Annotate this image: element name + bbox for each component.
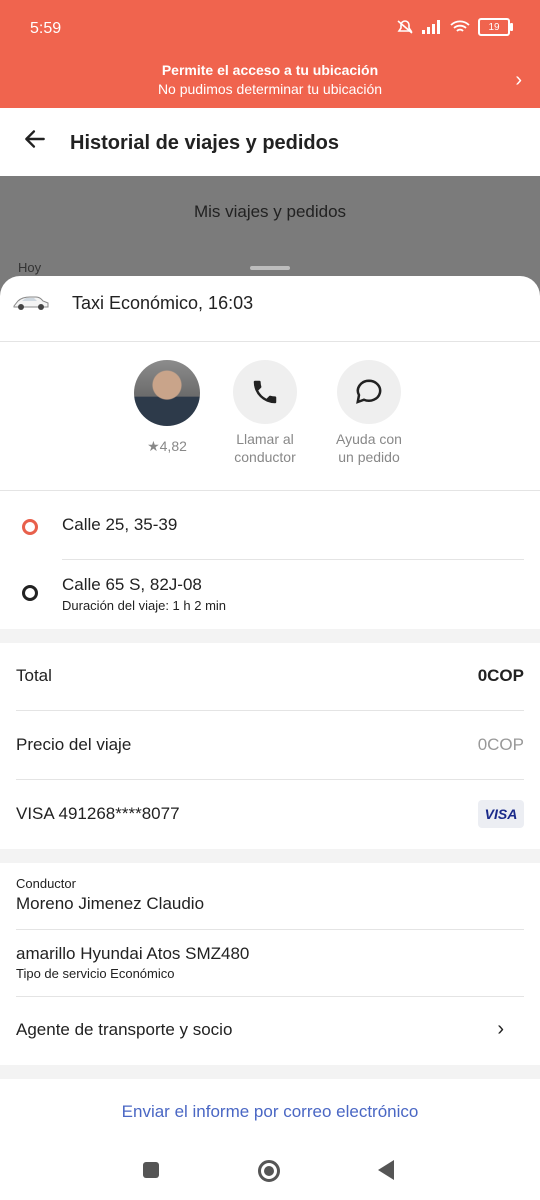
total-row: Total 0COP	[0, 643, 540, 711]
chat-bubble-icon	[356, 379, 382, 404]
call-label-line2: conductor	[234, 449, 296, 465]
back-arrow-icon[interactable]	[22, 126, 48, 152]
mute-icon	[397, 20, 413, 34]
chevron-right-icon: ›	[497, 1018, 504, 1040]
order-help-label: Ayuda con un pedido	[319, 430, 419, 466]
order-help-button[interactable]: Ayuda con un pedido	[319, 360, 419, 466]
driver-action[interactable]: ★4,82	[117, 360, 217, 455]
wifi-icon	[450, 20, 470, 32]
driver-avatar[interactable]	[134, 360, 200, 426]
section-title: Mis viajes y pedidos	[193, 202, 347, 221]
phone-icon	[253, 380, 277, 404]
vehicle-row: amarillo Hyundai Atos SMZ480 Tipo de ser…	[0, 930, 540, 998]
origin-address: Calle 25, 35-39	[62, 515, 178, 534]
price-label: Precio del viaje	[16, 735, 132, 754]
transport-agent-row[interactable]: Agente de transporte y socio ›	[0, 997, 540, 1065]
location-permission-banner[interactable]: Permite el acceso a tu ubicación No pudi…	[0, 56, 540, 108]
app-header: Historial de viajes y pedidos	[0, 108, 540, 176]
trip-route: Calle 25, 35-39 Calle 65 S, 82J-08 Durac…	[0, 491, 540, 629]
destination-address: Calle 65 S, 82J-08	[62, 575, 202, 594]
status-bar: 5:59 19	[0, 0, 540, 56]
total-value: 0COP	[477, 666, 524, 685]
banner-title: Permite el acceso a tu ubicación	[161, 62, 379, 78]
help-label-line1: Ayuda con	[336, 431, 402, 447]
call-driver-label: Llamar al conductor	[215, 430, 315, 466]
vehicle-description: amarillo Hyundai Atos SMZ480	[16, 944, 250, 963]
banner-subtitle: No pudimos determinar tu ubicación	[157, 81, 383, 97]
driver-rating: ★4,82	[147, 438, 187, 454]
sheet-handle[interactable]	[250, 266, 290, 270]
day-label: Hoy	[18, 260, 42, 275]
car-icon	[13, 296, 49, 310]
status-icons: 19	[396, 18, 513, 36]
visa-logo-icon: VISA	[478, 800, 524, 828]
route-divider	[62, 559, 524, 560]
status-time: 5:59	[30, 20, 62, 37]
row-divider	[16, 710, 524, 711]
row-divider	[16, 779, 524, 780]
section-gap	[0, 849, 540, 863]
trip-title: Taxi Económico, 16:03	[72, 293, 254, 313]
driver-row: Conductor Moreno Jimenez Claudio	[0, 863, 540, 931]
section-gap	[0, 629, 540, 643]
driver-label: Conductor	[16, 876, 76, 891]
trip-actions: ★4,82 Llamar al conductor Ayuda con un p…	[0, 342, 540, 491]
page-title: Historial de viajes y pedidos	[70, 132, 339, 154]
driver-name: Moreno Jimenez Claudio	[16, 894, 205, 913]
battery-level: 19	[488, 21, 500, 33]
call-driver-circle[interactable]	[233, 360, 297, 424]
call-driver-button[interactable]: Llamar al conductor	[215, 360, 315, 466]
trip-duration: Duración del viaje: 1 h 2 min	[62, 598, 227, 613]
trip-header: Taxi Económico, 16:03	[0, 276, 540, 342]
transport-agent-label: Agente de transporte y socio	[16, 1020, 233, 1039]
signal-icon	[422, 20, 440, 34]
price-row: Precio del viaje 0COP	[0, 712, 540, 780]
trip-details-sheet: Taxi Económico, 16:03 ★4,82 Llamar al co…	[0, 276, 540, 1200]
help-label-line2: un pedido	[338, 449, 400, 465]
battery-icon: 19	[478, 18, 513, 36]
system-nav-bar	[0, 1140, 540, 1200]
total-label: Total	[16, 666, 52, 685]
card-number: VISA 491268****8077	[16, 804, 180, 823]
payment-card-row: VISA 491268****8077 VISA	[0, 781, 540, 849]
chevron-right-icon: ›	[515, 69, 522, 91]
call-label-line1: Llamar al	[236, 431, 294, 447]
back-icon[interactable]	[378, 1160, 394, 1180]
home-icon[interactable]	[258, 1160, 280, 1182]
service-type: Tipo de servicio Económico	[16, 966, 175, 981]
send-email-report-link[interactable]: Enviar el informe por correo electrónico	[0, 1102, 540, 1122]
recents-icon[interactable]	[143, 1162, 159, 1178]
price-value: 0COP	[477, 735, 524, 754]
destination-dot-icon	[22, 585, 38, 601]
section-gap	[0, 1065, 540, 1079]
order-help-circle[interactable]	[337, 360, 401, 424]
origin-dot-icon	[22, 519, 38, 535]
